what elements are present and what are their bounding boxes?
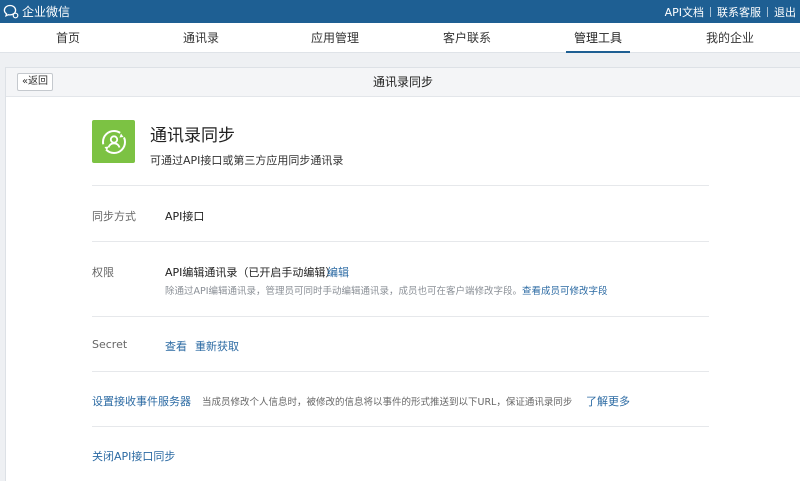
main-nav: 首页 通讯录 应用管理 客户联系 管理工具 我的企业 [0,23,800,53]
nav-tab-home[interactable]: 首页 [45,23,91,53]
nav-tab-management-tools[interactable]: 管理工具 [566,23,630,53]
content-panel: «返回 通讯录同步 通讯录同步 可通过API接口或第三方应用同步通讯录 同步方式… [5,67,800,481]
app-description: 可通过API接口或第三方应用同步通讯录 [150,154,344,167]
wecom-logo-icon [3,4,19,19]
refresh-secret-link[interactable]: 重新获取 [195,338,239,354]
permission-note-text: 除通过API编辑通讯录，管理员可同时手动编辑通讯录，成员也可在客户端修改字段。 [165,286,523,297]
contact-support-link[interactable]: 联系客服 [717,4,761,20]
sync-method-label: 同步方式 [92,210,136,223]
api-docs-link[interactable]: API文档 [665,4,704,20]
sync-method-value: API接口 [165,210,205,223]
permission-note: 除通过API编辑通讯录，管理员可同时手动编辑通讯录，成员也可在客户端修改字段。查… [165,283,608,297]
permission-value: API编辑通讯录（已开启手动编辑） [165,266,337,279]
divider [710,7,711,17]
view-editable-fields-link[interactable]: 查看成员可修改字段 [522,286,608,297]
divider [92,426,709,427]
divider [92,185,709,186]
contact-sync-app-icon [92,120,135,163]
top-bar: 企业微信 API文档 联系客服 退出 [0,0,800,23]
logo-text: 企业微信 [22,5,71,19]
permission-label: 权限 [92,266,114,279]
divider [92,371,709,372]
page-title: 通讯录同步 [372,75,433,89]
logo[interactable]: 企业微信 [3,3,70,20]
divider [767,7,768,17]
app-name: 通讯录同步 [150,126,235,146]
set-event-server-link[interactable]: 设置接收事件服务器 [92,393,191,409]
learn-more-link[interactable]: 了解更多 [586,393,630,409]
logout-link[interactable]: 退出 [774,4,796,20]
edit-permission-link[interactable]: 编辑 [327,264,349,280]
nav-tab-customer-contact[interactable]: 客户联系 [438,23,496,53]
event-server-description: 当成员修改个人信息时，被修改的信息将以事件的形式推送到以下URL，保证通讯录同步 [202,394,572,408]
close-api-sync-link[interactable]: 关闭API接口同步 [92,448,175,464]
view-secret-link[interactable]: 查看 [165,338,187,354]
divider [92,241,709,242]
secret-label: Secret [92,338,128,351]
event-server-description-text: 当成员修改个人信息时，被修改的信息将以事件的形式推送到以下URL，保证通讯录同步 [202,397,573,408]
panel-header: «返回 通讯录同步 [6,68,800,97]
nav-tab-contacts[interactable]: 通讯录 [178,23,224,53]
nav-tab-app-management[interactable]: 应用管理 [306,23,364,53]
divider [92,316,709,317]
nav-tab-my-enterprise[interactable]: 我的企业 [701,23,759,53]
